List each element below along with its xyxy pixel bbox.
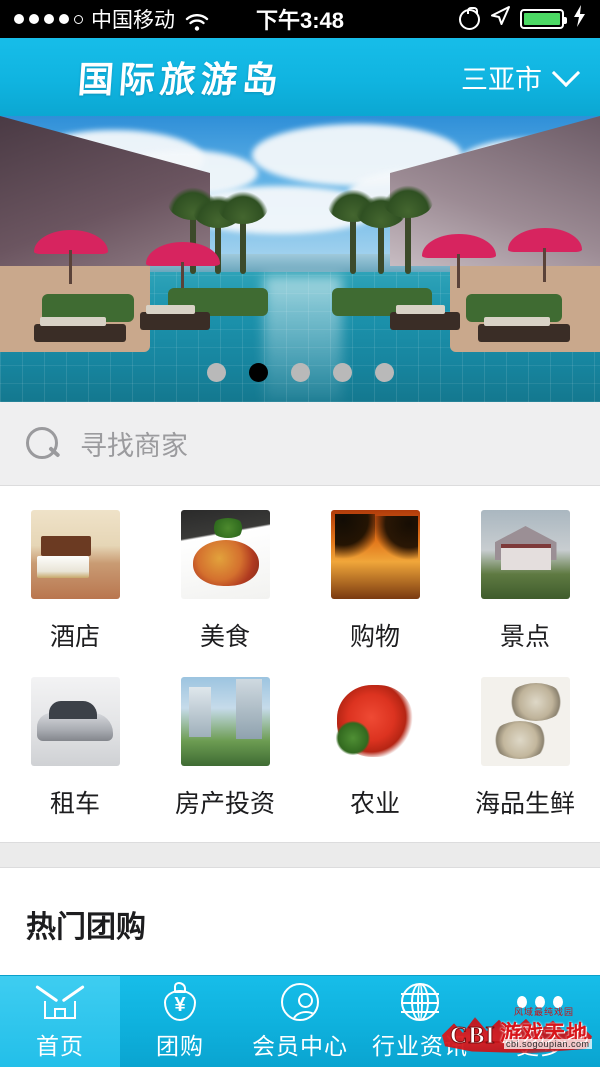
carousel-dot[interactable] — [374, 363, 394, 382]
lightning-bolt-icon — [573, 5, 586, 33]
heritage-house-photo — [480, 510, 570, 599]
money-bag-icon: ¥ — [157, 982, 203, 1022]
category-label: 租车 — [49, 790, 100, 818]
status-bar-right — [459, 5, 586, 33]
carousel-dot[interactable] — [290, 363, 310, 382]
carrier-label: 中国移动 — [91, 9, 175, 32]
search-input[interactable]: 寻找商家 — [80, 424, 188, 463]
beach-umbrella — [146, 242, 220, 296]
tab-label: 行业资讯 — [372, 1033, 468, 1059]
category-item-carrental[interactable]: 租车 — [0, 667, 150, 834]
app-header: 国际旅游岛 三亚市 — [0, 38, 600, 116]
pool-lounger — [478, 317, 570, 342]
tab-label: 首页 — [36, 1033, 84, 1059]
rotation-lock-icon — [459, 6, 480, 30]
stir-fry-dish-photo — [180, 510, 270, 599]
category-grid: 酒店 美食 购物 景点 租车 房产投资 农业 海品生鲜 — [0, 486, 600, 842]
more-dots-icon — [517, 982, 563, 1022]
section-divider — [0, 842, 600, 868]
category-item-agriculture[interactable]: 农业 — [300, 667, 450, 834]
search-icon — [26, 426, 60, 461]
search-bar[interactable]: 寻找商家 — [0, 402, 600, 486]
tab-home[interactable]: 首页 — [0, 976, 120, 1067]
tab-more[interactable]: 更多 — [480, 976, 600, 1067]
home-icon — [37, 982, 83, 1022]
banner-carousel[interactable] — [0, 116, 600, 402]
tab-label: 会员中心 — [252, 1033, 348, 1059]
tab-industry-news[interactable]: 行业资讯 — [360, 976, 480, 1067]
category-label: 房产投资 — [174, 790, 275, 818]
location-arrow-icon — [489, 5, 511, 33]
pool-reflection — [264, 276, 342, 402]
hotel-room-photo — [30, 510, 120, 599]
palm-tree — [356, 194, 406, 274]
carousel-dot[interactable] — [332, 363, 352, 382]
category-label: 景点 — [499, 623, 550, 651]
palm-sunset-photo — [330, 510, 420, 599]
category-label: 海品生鲜 — [474, 790, 575, 818]
baked-oysters-photo — [480, 677, 570, 766]
carousel-dots[interactable] — [0, 363, 600, 382]
category-item-attractions[interactable]: 景点 — [450, 500, 600, 667]
category-item-realestate[interactable]: 房产投资 — [150, 667, 300, 834]
shrimp-platter-photo — [330, 677, 420, 766]
carousel-dot[interactable] — [206, 363, 226, 382]
battery-icon — [520, 9, 567, 29]
signal-strength-dots — [14, 14, 83, 24]
tab-label: 团购 — [156, 1033, 204, 1059]
hot-groupbuy-section: 热门团购 — [0, 868, 600, 964]
status-bar-left: 中国移动 — [14, 4, 209, 34]
tab-member-center[interactable]: 会员中心 — [240, 976, 360, 1067]
pool-lounger — [390, 305, 460, 330]
section-title: 热门团购 — [26, 911, 146, 944]
category-row-2: 租车 房产投资 农业 海品生鲜 — [0, 667, 600, 834]
palm-tree — [383, 184, 433, 274]
palm-tree — [218, 190, 268, 274]
category-label: 酒店 — [49, 623, 100, 651]
globe-icon — [397, 982, 443, 1022]
category-label: 购物 — [349, 623, 400, 651]
category-item-shopping[interactable]: 购物 — [300, 500, 450, 667]
palm-tree — [328, 188, 378, 274]
user-circle-icon — [277, 982, 323, 1022]
city-selector[interactable]: 三亚市 — [461, 58, 581, 97]
app-logo: 国际旅游岛 — [76, 60, 285, 101]
beach-umbrella — [422, 234, 496, 288]
city-label: 三亚市 — [461, 64, 542, 95]
category-item-hotel[interactable]: 酒店 — [0, 500, 150, 667]
residential-towers-photo — [180, 677, 270, 766]
beach-umbrella — [34, 230, 108, 284]
silver-sedan-photo — [30, 677, 120, 766]
category-label: 农业 — [349, 790, 400, 818]
wifi-icon — [185, 11, 209, 31]
carousel-dot-active[interactable] — [248, 363, 268, 382]
tab-label: 更多 — [516, 1033, 564, 1059]
category-item-food[interactable]: 美食 — [150, 500, 300, 667]
pool-lounger — [140, 305, 210, 330]
pool-lounger — [34, 317, 126, 342]
category-row-1: 酒店 美食 购物 景点 — [0, 500, 600, 667]
category-label: 美食 — [199, 623, 250, 651]
beach-umbrella — [508, 228, 582, 282]
tab-groupbuy[interactable]: ¥ 团购 — [120, 976, 240, 1067]
status-bar: 中国移动 下午3:48 — [0, 0, 600, 38]
chevron-down-icon — [551, 58, 581, 88]
category-item-seafood[interactable]: 海品生鲜 — [450, 667, 600, 834]
bottom-tab-bar: 首页 ¥ 团购 会员中心 行业资讯 更多 — [0, 975, 600, 1067]
